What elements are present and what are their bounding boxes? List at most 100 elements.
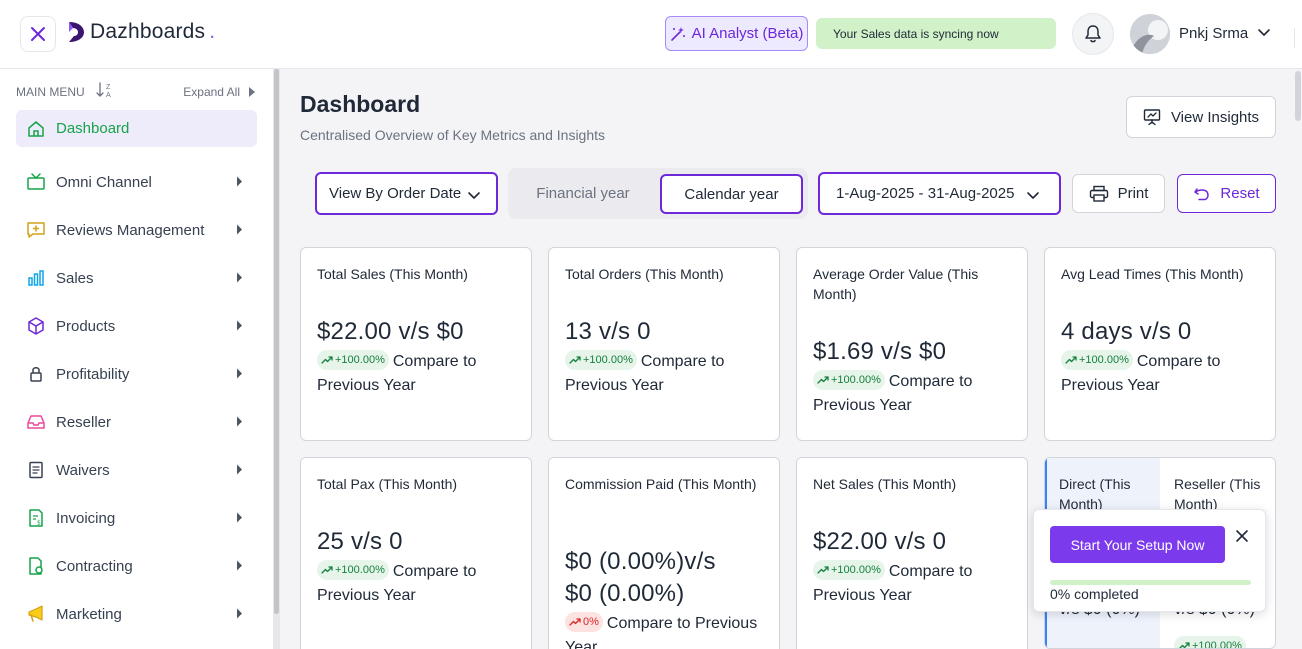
order-date-dropdown[interactable]: View By Order Date [315, 172, 498, 215]
sidebar-item-dashboard[interactable]: Dashboard [16, 110, 257, 147]
magic-wand-icon [670, 26, 685, 41]
sidebar-item-sales[interactable]: Sales [16, 254, 257, 302]
kpi-card[interactable]: Average Order Value (This Month) $1.69 v/… [796, 247, 1028, 441]
change-badge: +100.00% [813, 370, 885, 390]
sidebar-item-reseller[interactable]: Reseller [16, 398, 257, 446]
kpi-card-value: 4 days v/s 0 [1061, 318, 1192, 345]
trend-up-icon [817, 376, 829, 384]
sidebar-item-label: Dashboard [56, 120, 130, 137]
avatar[interactable] [1130, 14, 1170, 54]
caret-right-icon [236, 366, 243, 383]
lock-icon [26, 364, 46, 384]
print-button[interactable]: Print [1072, 174, 1165, 213]
main-menu-title: MAIN MENU [16, 84, 85, 99]
expand-all-button[interactable]: Expand All [183, 85, 256, 99]
contract-icon [26, 556, 46, 576]
kpi-card[interactable]: Avg Lead Times (This Month) 4 days v/s 0 +… [1044, 247, 1276, 441]
chevron-down-icon [468, 192, 480, 199]
change-badge-text: +100.00% [831, 374, 881, 386]
close-sidebar-button[interactable] [20, 16, 56, 52]
caret-right-icon [236, 558, 243, 575]
sidebar-scrollbar-thumb[interactable] [274, 69, 279, 614]
kpi-card-compare: +100.00% Compare to Previous Year [565, 350, 763, 398]
kpi-card[interactable]: Total Sales (This Month) $22.00 v/s $0 +10… [300, 247, 532, 441]
user-name[interactable]: Pnkj Srma [1179, 25, 1248, 42]
kpi-card[interactable]: Total Pax (This Month) 25 v/s 0 +100.00% Co… [300, 457, 532, 649]
kpi-card-value: $1.69 v/s $0 [813, 338, 947, 365]
direct-title: Direct (This Month) [1059, 476, 1131, 512]
setup-progress-label: 0% completed [1050, 586, 1139, 602]
trend-up-icon [569, 356, 581, 364]
date-range-label: 1-Aug-2025 - 31-Aug-2025 [836, 185, 1015, 202]
sidebar-item-label: Contracting [56, 557, 133, 575]
sidebar-item-label: Waivers [56, 461, 110, 479]
trend-up-icon [1179, 642, 1190, 648]
kpi-card-title: Total Orders (This Month) [565, 266, 724, 282]
sidebar-item-label: Invoicing [56, 509, 116, 527]
sidebar-item-label: Profitability [56, 365, 130, 383]
caret-right-icon [249, 86, 255, 97]
kpi-card-value: $22.00 v/s 0 [813, 528, 947, 555]
reset-label: Reset [1220, 185, 1260, 202]
kpi-card[interactable]: Commission Paid (This Month) $0 (0.00%)v/… [548, 457, 780, 649]
top-bar: Dazhboards. AI Analyst (Beta) Your Sales… [0, 0, 1302, 69]
caret-right-icon [236, 462, 243, 479]
reseller-change-text: +100.00% [1192, 640, 1242, 649]
ai-analyst-button[interactable]: AI Analyst (Beta) [665, 16, 808, 51]
brand-logo[interactable]: Dazhboards. [66, 20, 215, 44]
notifications-button[interactable] [1072, 13, 1114, 55]
sidebar-nav: Dashboard Omni Channel Reviews Management S… [16, 110, 257, 638]
sidebar-item-omni-channel[interactable]: Omni Channel [16, 158, 257, 206]
kpi-card-compare: 0% Compare to Previous Year [565, 612, 763, 649]
sidebar-scrollbar[interactable] [273, 69, 280, 649]
expand-all-label: Expand All [183, 84, 240, 99]
change-badge-text: +100.00% [831, 564, 881, 576]
sidebar-item-contracting[interactable]: Contracting [16, 542, 257, 590]
page-subtitle: Centralised Overview of Key Metrics and … [300, 127, 606, 143]
financial-year-tab[interactable]: Financial year [508, 168, 658, 219]
main-scrollbar[interactable] [1294, 69, 1302, 649]
change-badge: +100.00% [317, 350, 389, 370]
sort-az-button[interactable]: ZA [95, 81, 115, 102]
reset-button[interactable]: Reset [1177, 174, 1276, 213]
reseller-title: Reseller (This Month) [1174, 476, 1261, 512]
sidebar-item-waivers[interactable]: Waivers [16, 446, 257, 494]
caret-right-icon [236, 606, 243, 623]
chevron-down-icon[interactable] [1256, 24, 1272, 40]
page-title: Dashboard [300, 91, 421, 117]
order-date-label: View By Order Date [329, 185, 462, 202]
kpi-card[interactable]: Total Orders (This Month) 13 v/s 0 +100.00… [548, 247, 780, 441]
sidebar-item-marketing[interactable]: Marketing [16, 590, 257, 638]
sidebar-item-label: Reviews Management [56, 221, 205, 239]
home-icon [26, 119, 46, 139]
kpi-card-compare: +100.00% Compare to Previous Year [813, 560, 1011, 608]
main-scrollbar-thumb[interactable] [1295, 71, 1301, 121]
svg-text:$: $ [37, 520, 41, 527]
kpi-card-value: 25 v/s 0 [317, 528, 403, 555]
view-insights-button[interactable]: View Insights [1126, 96, 1276, 138]
kpi-card-value: 13 v/s 0 [565, 318, 651, 345]
setup-popover: Start Your Setup Now 0% completed [1033, 509, 1266, 612]
change-badge: +100.00% [317, 560, 389, 580]
sidebar-item-profitability[interactable]: Profitability [16, 350, 257, 398]
trend-up-icon [321, 356, 333, 364]
change-badge-text: +100.00% [335, 354, 385, 366]
sidebar-item-reviews-management[interactable]: Reviews Management [16, 206, 257, 254]
date-range-dropdown[interactable]: 1-Aug-2025 - 31-Aug-2025 [818, 172, 1061, 215]
close-setup-button[interactable] [1233, 528, 1251, 546]
sidebar-item-invoicing[interactable]: $ Invoicing [16, 494, 257, 542]
bell-icon [1085, 25, 1101, 43]
change-badge: 0% [565, 612, 603, 632]
logo-mark-icon [69, 22, 84, 42]
calendar-year-tab[interactable]: Calendar year [660, 174, 803, 214]
trend-up-icon [569, 618, 581, 626]
sidebar-item-products[interactable]: Products [16, 302, 257, 350]
kpi-card-title: Total Sales (This Month) [317, 266, 468, 282]
change-badge-text: 0% [583, 616, 599, 628]
kpi-card[interactable]: Net Sales (This Month) $22.00 v/s 0 +100.0… [796, 457, 1028, 649]
kpi-card-title: Net Sales (This Month) [813, 476, 957, 492]
megaphone-icon [26, 604, 46, 624]
document-icon [26, 460, 46, 480]
start-setup-button[interactable]: Start Your Setup Now [1050, 526, 1225, 563]
trend-up-icon [321, 566, 333, 574]
